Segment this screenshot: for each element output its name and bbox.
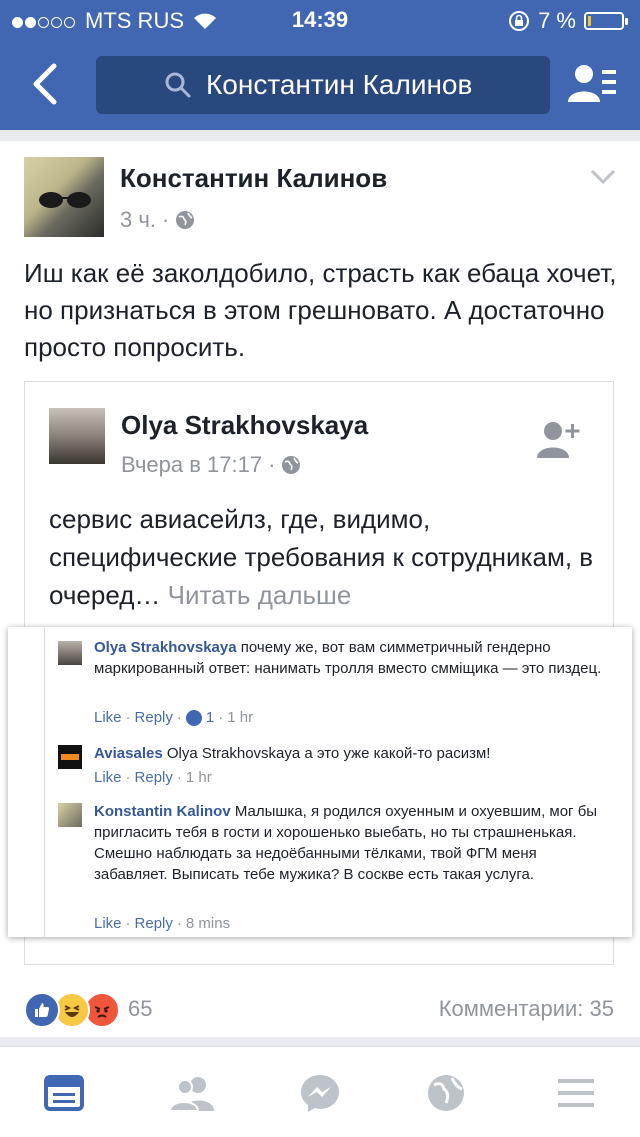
chevron-down-icon[interactable] (590, 169, 616, 185)
comment-text: Olya Strakhovskaya а это уже какой-то ра… (166, 745, 491, 762)
friend-requests-icon[interactable] (568, 62, 616, 106)
shared-post-time[interactable]: Вчера в 17:17 (121, 452, 262, 478)
search-field[interactable]: Константин Калинов (96, 56, 550, 114)
like-link: Like (94, 709, 122, 726)
back-arrow-icon[interactable] (26, 62, 66, 106)
comment-like-count: 1 (205, 709, 215, 726)
author-name[interactable]: Константин Калинов (120, 163, 387, 194)
comment-author: Aviasales (94, 745, 163, 762)
news-feed-icon[interactable] (44, 1073, 84, 1113)
read-more-link[interactable]: Читать дальше (168, 580, 352, 610)
comments-screenshot: Olya Strakhovskaya почему же, вот вам си… (8, 627, 632, 937)
comment-avatar (58, 641, 82, 665)
reactions-bar: 65 Комментарии: 35 (0, 980, 640, 1038)
comment-2: Aviasales Olya Strakhovskaya а это уже к… (94, 743, 614, 764)
menu-icon[interactable] (556, 1073, 596, 1113)
comment-3: Konstantin Kalinov Малышка, я родился ох… (94, 801, 614, 885)
reaction-icons[interactable] (24, 992, 120, 1028)
messenger-icon[interactable] (300, 1073, 340, 1113)
comment-actions: Like · Reply · 1 hr (94, 769, 212, 786)
post-text: Иш как её заколдобило, страсть как ебаца… (24, 258, 617, 362)
comment-author: Konstantin Kalinov (94, 803, 231, 820)
shared-post-text: сервис авиасейлз, где, видимо, специфиче… (49, 500, 609, 614)
navigation-bar: Константин Калинов (0, 40, 640, 130)
post-meta: 3 ч. · (120, 207, 195, 233)
reaction-count[interactable]: 65 (128, 996, 152, 1022)
like-reaction-icon (24, 992, 60, 1028)
tab-bar (0, 1046, 640, 1137)
comment-1: Olya Strakhovskaya почему же, вот вам си… (94, 637, 614, 679)
author-avatar[interactable] (24, 157, 104, 237)
battery-icon (584, 12, 628, 30)
reply-link: Reply (134, 709, 173, 726)
globe-icon (282, 456, 301, 474)
meta-separator: · (268, 452, 276, 477)
comment-author: Olya Strakhovskaya (94, 639, 237, 656)
comments-count-link[interactable]: Комментарии: 35 (439, 996, 614, 1022)
reply-link: Reply (134, 769, 173, 786)
comment-actions: Like · Reply · 8 mins (94, 915, 231, 932)
shared-post-meta: Вчера в 17:17 · (121, 452, 301, 478)
notifications-globe-icon[interactable] (426, 1073, 466, 1113)
status-bar: MTS RUS 14:39 7 % (0, 0, 640, 40)
comment-time: 8 mins (185, 915, 231, 932)
thread-divider (44, 627, 45, 937)
comment-time: 1 hr (227, 709, 254, 726)
comment-actions: Like · Reply · 1 · 1 hr (94, 709, 254, 726)
friends-icon[interactable] (170, 1073, 216, 1113)
like-link: Like (94, 769, 122, 786)
search-icon (165, 72, 191, 98)
globe-icon (176, 211, 195, 229)
shared-author-avatar[interactable] (49, 408, 105, 464)
comment-avatar (58, 745, 82, 769)
search-query: Константин Калинов (206, 69, 473, 100)
battery-percent: 7 % (538, 8, 576, 33)
shared-author-name[interactable]: Olya Strakhovskaya (121, 410, 368, 441)
add-friend-icon[interactable] (535, 420, 583, 460)
like-badge-icon (185, 709, 202, 726)
post-time[interactable]: 3 ч. (120, 207, 156, 233)
post-card: Константин Калинов 3 ч. · Иш как её зако… (0, 141, 640, 1037)
rotation-lock-icon (509, 11, 530, 31)
meta-separator: · (161, 207, 170, 232)
comment-avatar (58, 803, 82, 827)
comment-time: 1 hr (185, 769, 212, 786)
reply-link: Reply (134, 915, 173, 932)
like-link: Like (94, 915, 122, 932)
sunglasses-graphic (39, 192, 91, 208)
